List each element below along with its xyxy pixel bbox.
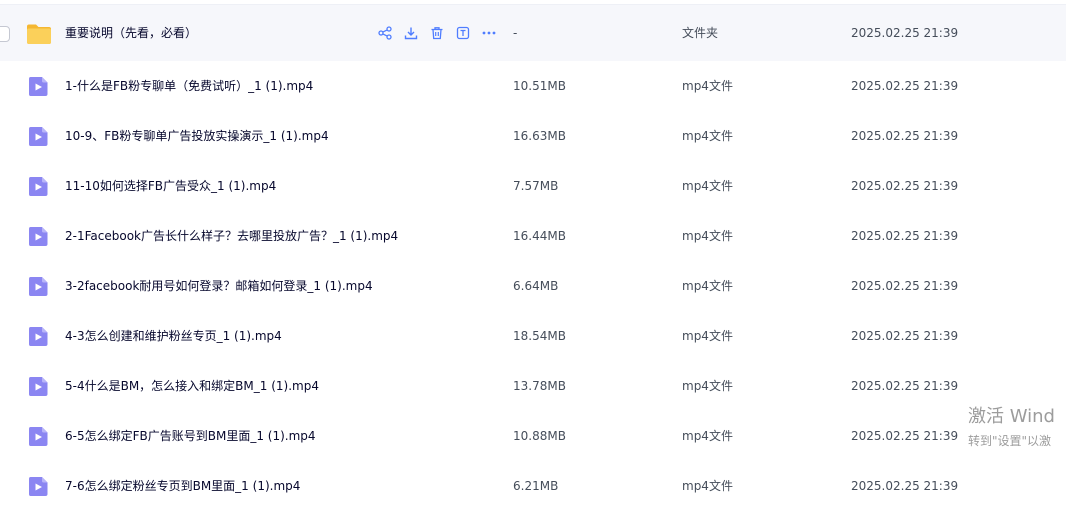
file-name[interactable]: 4-3怎么创建和维护粉丝专页_1 (1).mp4 (65, 311, 282, 361)
file-type: mp4文件 (682, 229, 733, 243)
file-row[interactable]: 4-3怎么创建和维护粉丝专页_1 (1).mp4 18.54MB mp4文件 2… (0, 311, 1066, 361)
file-size: 10.51MB (513, 79, 566, 93)
row-actions (377, 25, 497, 43)
file-type: mp4文件 (682, 379, 733, 393)
video-file-icon (29, 77, 48, 96)
video-file-icon (29, 377, 48, 396)
file-size: 6.21MB (513, 479, 559, 493)
row-checkbox[interactable] (0, 26, 10, 42)
file-name[interactable]: 5-4什么是BM，怎么接入和绑定BM_1 (1).mp4 (65, 361, 319, 411)
file-type: mp4文件 (682, 129, 733, 143)
file-type: mp4文件 (682, 79, 733, 93)
file-name[interactable]: 重要说明（先看，必看） (65, 5, 197, 61)
file-size: 7.57MB (513, 179, 559, 193)
file-type: mp4文件 (682, 429, 733, 443)
file-size: - (513, 26, 518, 40)
file-name[interactable]: 7-6怎么绑定粉丝专页到BM里面_1 (1).mp4 (65, 461, 300, 511)
video-file-icon (29, 227, 48, 246)
file-type: 文件夹 (682, 26, 719, 40)
file-name[interactable]: 11-10如何选择FB广告受众_1 (1).mp4 (65, 161, 276, 211)
video-file-icon (29, 127, 48, 146)
file-size: 18.54MB (513, 329, 566, 343)
file-size: 6.64MB (513, 279, 559, 293)
file-row[interactable]: 6-5怎么绑定FB广告账号到BM里面_1 (1).mp4 10.88MB mp4… (0, 411, 1066, 461)
file-time: 2025.02.25 21:39 (851, 429, 959, 443)
download-icon[interactable] (403, 25, 419, 41)
file-time: 2025.02.25 21:39 (851, 329, 959, 343)
file-size: 10.88MB (513, 429, 566, 443)
rename-icon[interactable] (455, 25, 471, 41)
file-size: 16.44MB (513, 229, 566, 243)
file-time: 2025.02.25 21:39 (851, 26, 959, 40)
folder-icon (27, 24, 51, 44)
file-time: 2025.02.25 21:39 (851, 229, 959, 243)
file-time: 2025.02.25 21:39 (851, 479, 959, 493)
file-row[interactable]: 2-1Facebook广告长什么样子？去哪里投放广告？_1 (1).mp4 16… (0, 211, 1066, 261)
file-name[interactable]: 3-2facebook耐用号如何登录？邮箱如何登录_1 (1).mp4 (65, 261, 373, 311)
video-file-icon (29, 427, 48, 446)
file-row[interactable]: 11-10如何选择FB广告受众_1 (1).mp4 7.57MB mp4文件 2… (0, 161, 1066, 211)
file-name[interactable]: 10-9、FB粉专聊单广告投放实操演示_1 (1).mp4 (65, 111, 329, 161)
video-file-icon (29, 277, 48, 296)
file-time: 2025.02.25 21:39 (851, 279, 959, 293)
file-type: mp4文件 (682, 329, 733, 343)
file-row[interactable]: 3-2facebook耐用号如何登录？邮箱如何登录_1 (1).mp4 6.64… (0, 261, 1066, 311)
folder-row[interactable]: 重要说明（先看，必看） - 文件夹 2025.02.25 21:39 (0, 0, 1066, 61)
file-row[interactable]: 10-9、FB粉专聊单广告投放实操演示_1 (1).mp4 16.63MB mp… (0, 111, 1066, 161)
file-name[interactable]: 2-1Facebook广告长什么样子？去哪里投放广告？_1 (1).mp4 (65, 211, 398, 261)
file-time: 2025.02.25 21:39 (851, 379, 959, 393)
file-type: mp4文件 (682, 479, 733, 493)
file-size: 16.63MB (513, 129, 566, 143)
file-time: 2025.02.25 21:39 (851, 179, 959, 193)
file-name[interactable]: 6-5怎么绑定FB广告账号到BM里面_1 (1).mp4 (65, 411, 316, 461)
file-time: 2025.02.25 21:39 (851, 79, 959, 93)
file-name[interactable]: 1-什么是FB粉专聊单（免费试听）_1 (1).mp4 (65, 61, 313, 111)
video-file-icon (29, 477, 48, 496)
more-icon[interactable] (481, 25, 497, 41)
file-type: mp4文件 (682, 279, 733, 293)
delete-icon[interactable] (429, 25, 445, 41)
video-file-icon (29, 327, 48, 346)
share-icon[interactable] (377, 25, 393, 41)
file-list: 重要说明（先看，必看） - 文件夹 2025.02.25 21:39 1-什么是… (0, 0, 1066, 511)
file-row[interactable]: 7-6怎么绑定粉丝专页到BM里面_1 (1).mp4 6.21MB mp4文件 … (0, 461, 1066, 511)
video-file-icon (29, 177, 48, 196)
file-type: mp4文件 (682, 179, 733, 193)
file-size: 13.78MB (513, 379, 566, 393)
file-row[interactable]: 1-什么是FB粉专聊单（免费试听）_1 (1).mp4 10.51MB mp4文… (0, 61, 1066, 111)
file-row[interactable]: 5-4什么是BM，怎么接入和绑定BM_1 (1).mp4 13.78MB mp4… (0, 361, 1066, 411)
file-time: 2025.02.25 21:39 (851, 129, 959, 143)
